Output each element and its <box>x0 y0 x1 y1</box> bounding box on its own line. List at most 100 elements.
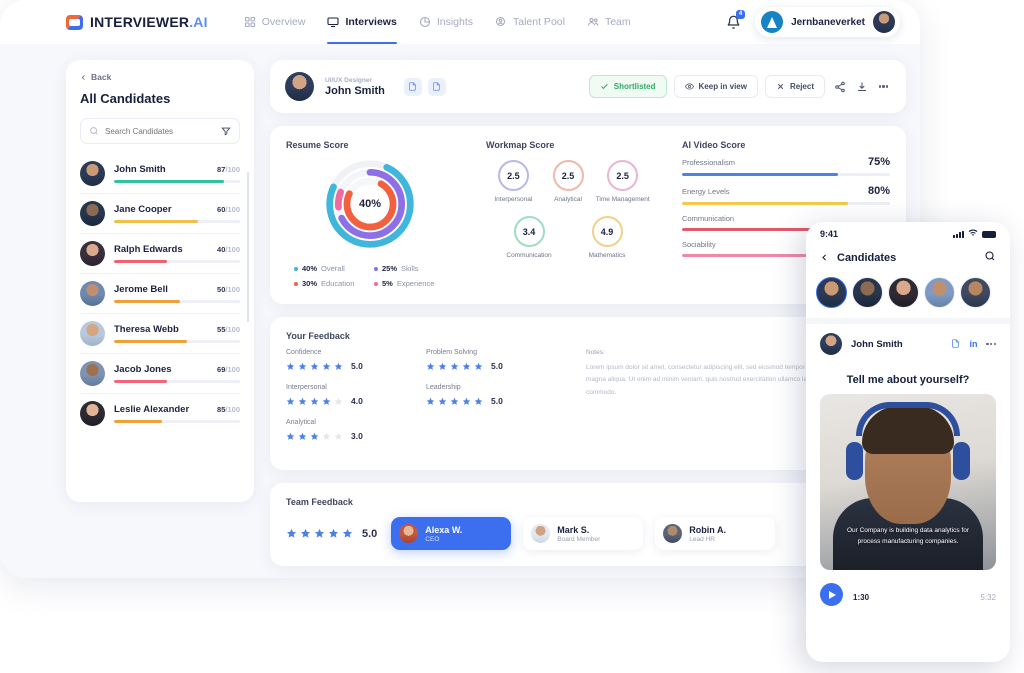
workmap-value: 3.4 <box>513 216 545 248</box>
workmap-label: Analytical <box>554 196 582 203</box>
list-item[interactable]: Leslie Alexander 85/100 <box>80 393 240 433</box>
share-icon[interactable] <box>832 79 847 94</box>
nav-item-talent-pool[interactable]: Talent Pool <box>495 0 565 44</box>
rating-stars[interactable]: 5.0 <box>286 361 426 371</box>
avatar <box>80 401 105 426</box>
feedback-label: Leadership <box>426 384 461 391</box>
sidebar-scrollbar[interactable] <box>246 172 249 322</box>
rating-stars[interactable]: 5.0 <box>426 396 566 406</box>
top-bar-right-cluster: 4 Jernbaneverket <box>726 7 900 37</box>
org-name-label: Jernbaneverket <box>791 16 865 28</box>
avatar <box>663 524 683 543</box>
team-member-chip[interactable]: Mark S. Board Member <box>523 517 644 550</box>
filter-icon[interactable] <box>221 126 231 136</box>
reject-button[interactable]: Reject <box>764 75 825 98</box>
candidate-name: John Smith <box>325 84 385 97</box>
avatar[interactable] <box>888 277 919 308</box>
workmap-value: 2.5 <box>552 160 584 191</box>
candidates-sidebar: Back All Candidates John Smith 87/100 <box>66 60 254 502</box>
video-playback-controls: 1:30 5:32 <box>806 570 1010 606</box>
list-item[interactable]: Theresa Webb 55/100 <box>80 313 240 353</box>
user-avatar[interactable] <box>873 11 895 33</box>
workmap-item: 4.9 Mathematics <box>579 216 635 260</box>
list-item[interactable]: Ralph Edwards 40/100 <box>80 233 240 273</box>
notifications-button[interactable]: 4 <box>726 9 746 30</box>
member-name: Alexa W. <box>425 524 463 535</box>
team-rating-stars[interactable]: 5.0 <box>286 528 377 540</box>
avatar[interactable] <box>816 277 847 308</box>
resume-file-icon[interactable] <box>403 77 422 96</box>
avatar[interactable] <box>852 277 883 308</box>
team-member-chip[interactable]: Robin A. Lead HR <box>655 517 776 550</box>
search-input[interactable] <box>105 126 215 136</box>
legend-dot-education <box>294 281 298 286</box>
org-account-chip[interactable]: Jernbaneverket <box>755 7 900 37</box>
download-icon[interactable] <box>854 79 869 94</box>
candidate-name: Ralph Edwards <box>114 244 183 256</box>
play-button[interactable] <box>820 583 843 606</box>
avatar <box>531 524 551 543</box>
back-button[interactable]: Back <box>80 72 240 82</box>
rating-stars[interactable]: 4.0 <box>286 396 426 406</box>
feedback-item: Confidence 5.0 <box>286 349 426 371</box>
more-icon[interactable] <box>876 79 891 94</box>
legend-key: Overall <box>321 264 345 273</box>
shortlisted-button[interactable]: Shortlisted <box>588 75 667 98</box>
org-logo-icon <box>761 11 784 33</box>
avatar <box>399 524 419 543</box>
list-item[interactable]: Jane Cooper 60/100 <box>80 193 240 233</box>
workmap-value: 2.5 <box>497 160 529 191</box>
member-name: Robin A. <box>689 524 726 535</box>
cover-letter-file-icon[interactable] <box>427 77 446 96</box>
workmap-score-section: Workmap Score 2.5 Interpersonal 2.5 Anal… <box>470 140 666 288</box>
interviewer-ai-logo-icon <box>66 14 83 30</box>
phone-header: Candidates <box>806 241 1010 273</box>
nav-item-insights[interactable]: Insights <box>419 0 473 44</box>
list-item[interactable]: Jerome Bell 50/100 <box>80 273 240 313</box>
interview-video-player[interactable]: Our Company is building data analytics f… <box>820 394 996 570</box>
candidate-name: Leslie Alexander <box>114 404 190 416</box>
feedback-label: Interpersonal <box>286 384 327 391</box>
nav-item-team[interactable]: Team <box>587 0 631 44</box>
workmap-label: Time Management <box>595 196 650 203</box>
metric-value: 75% <box>867 156 890 168</box>
chevron-left-icon[interactable] <box>820 249 829 267</box>
feedback-label: Confidence <box>286 349 322 356</box>
status-time: 9:41 <box>820 229 839 239</box>
search-candidates-box[interactable] <box>80 118 240 144</box>
phone-candidate-row[interactable]: John Smith in <box>806 324 1010 364</box>
search-icon[interactable] <box>984 249 996 267</box>
avatar[interactable] <box>924 277 955 308</box>
brand-logo[interactable]: INTERVIEWER.AI <box>66 14 208 30</box>
list-item[interactable]: Jacob Jones 69/100 <box>80 353 240 393</box>
score-bar <box>114 220 240 223</box>
nav-item-interviews[interactable]: Interviews <box>327 0 398 44</box>
legend-dot-skills <box>374 266 378 271</box>
nav-item-overview[interactable]: Overview <box>244 0 306 44</box>
more-icon[interactable] <box>986 342 996 346</box>
workmap-row-2: 3.4 Communication 4.9 Mathematics <box>486 216 650 260</box>
team-member-chip[interactable]: Alexa W. CEO <box>391 517 512 550</box>
rating-stars[interactable]: 3.0 <box>286 431 426 441</box>
workmap-item: 2.5 Interpersonal <box>486 160 541 204</box>
resume-score-donut-chart: 40% <box>322 156 418 252</box>
resume-file-icon[interactable] <box>951 335 960 353</box>
rating-stars[interactable]: 5.0 <box>426 361 566 371</box>
keep-in-view-button[interactable]: Keep in view <box>673 75 758 98</box>
page-title: All Candidates <box>80 91 171 106</box>
nav-label-overview: Overview <box>261 16 306 28</box>
metric-label: Professionalism <box>682 158 735 167</box>
feedback-column-2: Problem Solving 5.0 Leadership 5.0 <box>426 349 566 454</box>
candidate-name: Jacob Jones <box>114 364 172 376</box>
avatar <box>80 281 105 306</box>
candidate-list: John Smith 87/100 Jane Cooper 60/100 Ral… <box>80 154 240 433</box>
avatar[interactable] <box>960 277 991 308</box>
linkedin-icon[interactable]: in <box>969 339 977 349</box>
list-item[interactable]: John Smith 87/100 <box>80 154 240 193</box>
metric-bar <box>682 202 890 205</box>
phone-title: Candidates <box>837 252 897 264</box>
workmap-value: 4.9 <box>591 216 623 248</box>
mobile-preview-panel: 9:41 Candidates John Smith in Tell me ab… <box>806 222 1010 662</box>
candidate-score: 40/100 <box>217 245 240 254</box>
signal-icon <box>953 230 964 238</box>
